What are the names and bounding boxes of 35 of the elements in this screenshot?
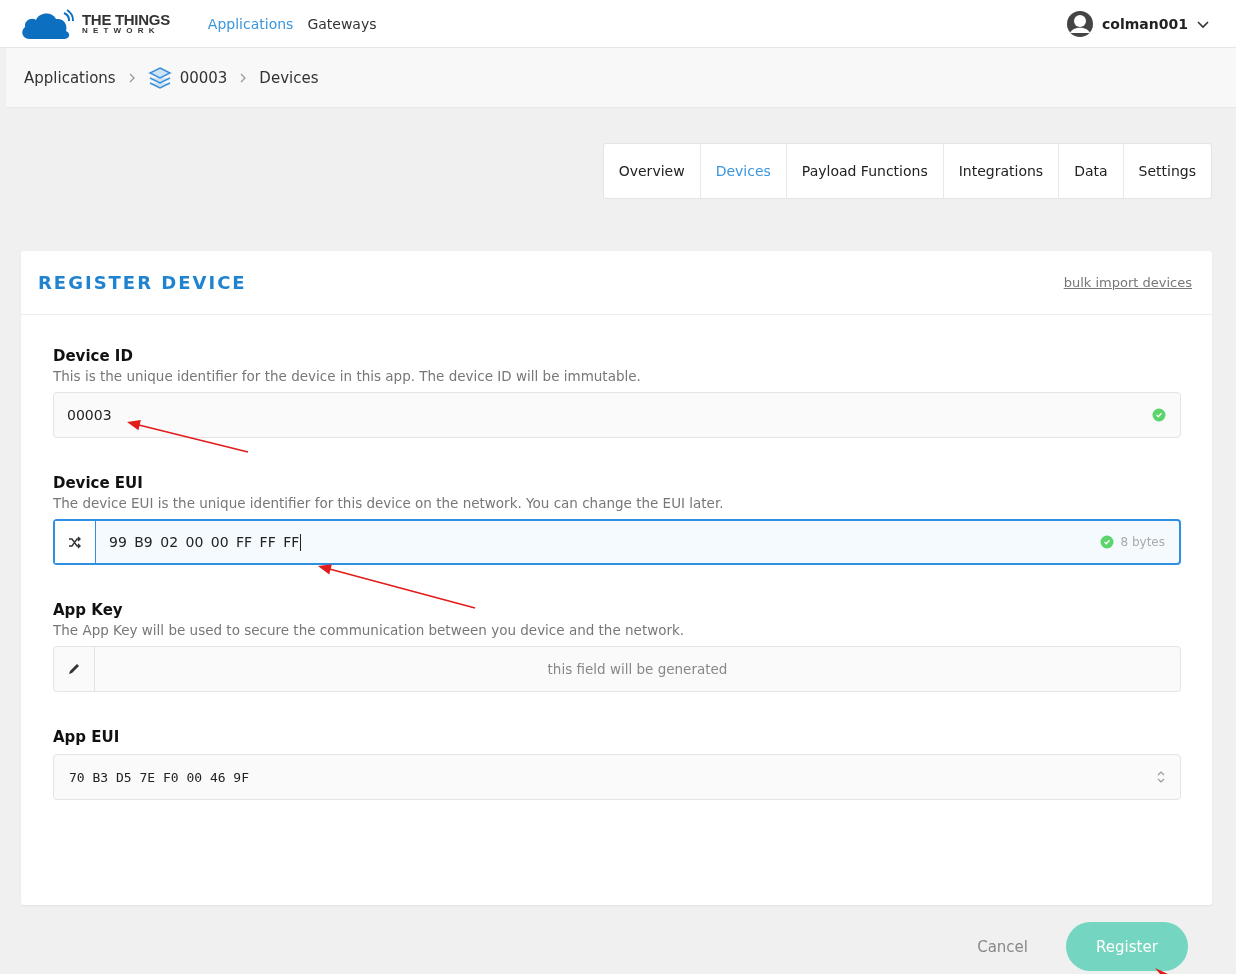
- input-field[interactable]: 99 B9 02 00 00 FF FF FF 8 bytes: [53, 519, 1181, 565]
- field-description: The device EUI is the unique identifier for this device on the network. You can change the EUI later.: [53, 495, 725, 511]
- field-label: Device ID: [53, 347, 134, 365]
- byte-count: 8 bytes: [1120, 535, 1165, 549]
- pencil-icon[interactable]: [67, 662, 81, 676]
- field-label: App Key: [53, 601, 124, 619]
- field-label: Device EUI: [53, 474, 144, 492]
- input-field[interactable]: 00003: [53, 392, 1181, 438]
- logo-text: THE THINGS: [82, 12, 170, 27]
- tab[interactable]: Overview: [603, 144, 701, 198]
- tab[interactable]: Integrations: [943, 144, 1060, 198]
- cloud-logo-icon: [20, 6, 76, 41]
- input-field[interactable]: 70 B3 D5 7E F0 00 46 9F: [53, 754, 1181, 800]
- breadcrumb-link[interactable]: Devices: [259, 68, 319, 87]
- field-description: This is the unique identifier for the device in this app. The device ID will be immutable.: [53, 368, 642, 384]
- logo-subtext: NETWORK: [82, 27, 161, 35]
- chevron-down-icon[interactable]: [1196, 18, 1210, 29]
- field-description: The App Key will be used to secure the communication between you device and the network.: [53, 622, 686, 638]
- avatar-icon: [1066, 9, 1095, 38]
- bulk-import-link[interactable]: bulk import devices: [1063, 275, 1192, 290]
- field-label: App EUI: [53, 728, 121, 746]
- tab[interactable]: Settings: [1123, 144, 1211, 198]
- nav-link[interactable]: Gateways: [307, 15, 377, 32]
- card-title: REGISTER DEVICE: [38, 272, 247, 293]
- layers-icon: [147, 65, 172, 90]
- breadcrumb-link[interactable]: 00003: [179, 68, 228, 87]
- user-name[interactable]: colman001: [1102, 15, 1188, 32]
- shuffle-icon[interactable]: [68, 535, 82, 549]
- annotation-arrow: [1155, 968, 1168, 974]
- breadcrumb-link[interactable]: Applications: [24, 68, 116, 87]
- tab[interactable]: Payload Functions: [786, 144, 944, 198]
- updown-chevron-icon[interactable]: [1156, 770, 1166, 784]
- chevron-right-icon: [127, 72, 136, 83]
- chevron-right-icon: [239, 72, 248, 83]
- tab[interactable]: Data: [1059, 144, 1124, 198]
